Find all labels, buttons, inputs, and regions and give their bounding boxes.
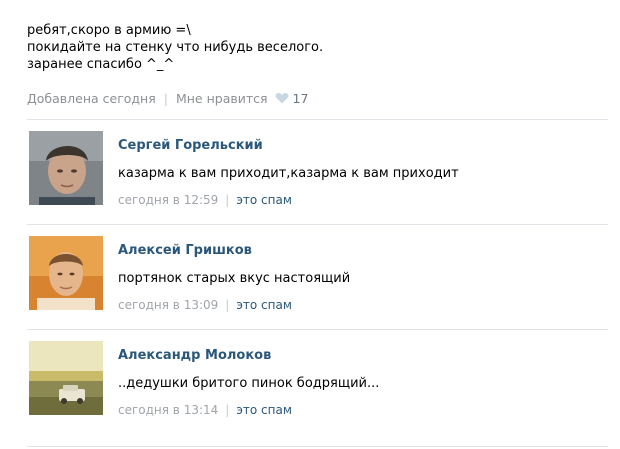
comment-text: ..дедушки бритого пинок бодрящий... — [118, 376, 380, 391]
avatar-photo-1 — [29, 131, 103, 205]
report-spam-link[interactable]: это спам — [236, 403, 292, 417]
report-spam-link[interactable]: это спам — [236, 298, 292, 312]
comment-body: Алексей Гришков портянок старых вкус нас… — [118, 236, 350, 329]
comment-item: Сергей Горельский казарма к вам приходит… — [27, 120, 608, 224]
meta-separator: | — [163, 90, 168, 106]
comment-meta: сегодня в 12:59 | это спам — [118, 193, 459, 207]
comment-author[interactable]: Сергей Горельский — [118, 138, 459, 156]
comment-time[interactable]: сегодня в 13:09 — [118, 298, 218, 312]
comment-body: Сергей Горельский казарма к вам приходит… — [118, 131, 459, 224]
comment-text: портянок старых вкус настоящий — [118, 271, 351, 286]
like-button[interactable]: Мне нравится 17 — [176, 91, 308, 106]
avatar[interactable] — [29, 236, 103, 310]
like-count: 17 — [292, 90, 309, 106]
avatar-photo-3 — [29, 341, 103, 415]
avatar-photo-2 — [29, 236, 103, 310]
wall-post: ребят,скоро в армию =\ покидайте на стен… — [0, 0, 620, 449]
comment-time[interactable]: сегодня в 12:59 — [118, 193, 218, 207]
comment-text: казарма к вам приходит,казарма к вам при… — [118, 166, 459, 181]
meta-separator: | — [225, 193, 230, 207]
meta-separator: | — [225, 298, 230, 312]
avatar[interactable] — [29, 341, 103, 415]
comment-meta: сегодня в 13:09 | это спам — [118, 298, 350, 312]
comment-body: Александр Молоков ..дедушки бритого пино… — [118, 341, 379, 434]
comment-author[interactable]: Алексей Гришков — [118, 243, 350, 261]
avatar[interactable] — [29, 131, 103, 205]
heart-icon — [275, 93, 288, 104]
divider — [27, 446, 608, 447]
comment-author[interactable]: Александр Молоков — [118, 348, 379, 366]
post-meta: Добавлена сегодня | Мне нравится 17 — [27, 89, 608, 107]
comment-item: Алексей Гришков портянок старых вкус нас… — [27, 225, 608, 329]
comment-item: Александр Молоков ..дедушки бритого пино… — [27, 330, 608, 434]
like-label: Мне нравится — [175, 90, 268, 106]
post-added-date[interactable]: Добавлена сегодня — [27, 91, 156, 106]
comment-meta: сегодня в 13:14 | это спам — [118, 403, 379, 417]
comment-time[interactable]: сегодня в 13:14 — [118, 403, 218, 417]
post-text: ребят,скоро в армию =\ покидайте на стен… — [27, 23, 324, 72]
meta-separator: | — [225, 403, 230, 417]
report-spam-link[interactable]: это спам — [236, 193, 292, 207]
